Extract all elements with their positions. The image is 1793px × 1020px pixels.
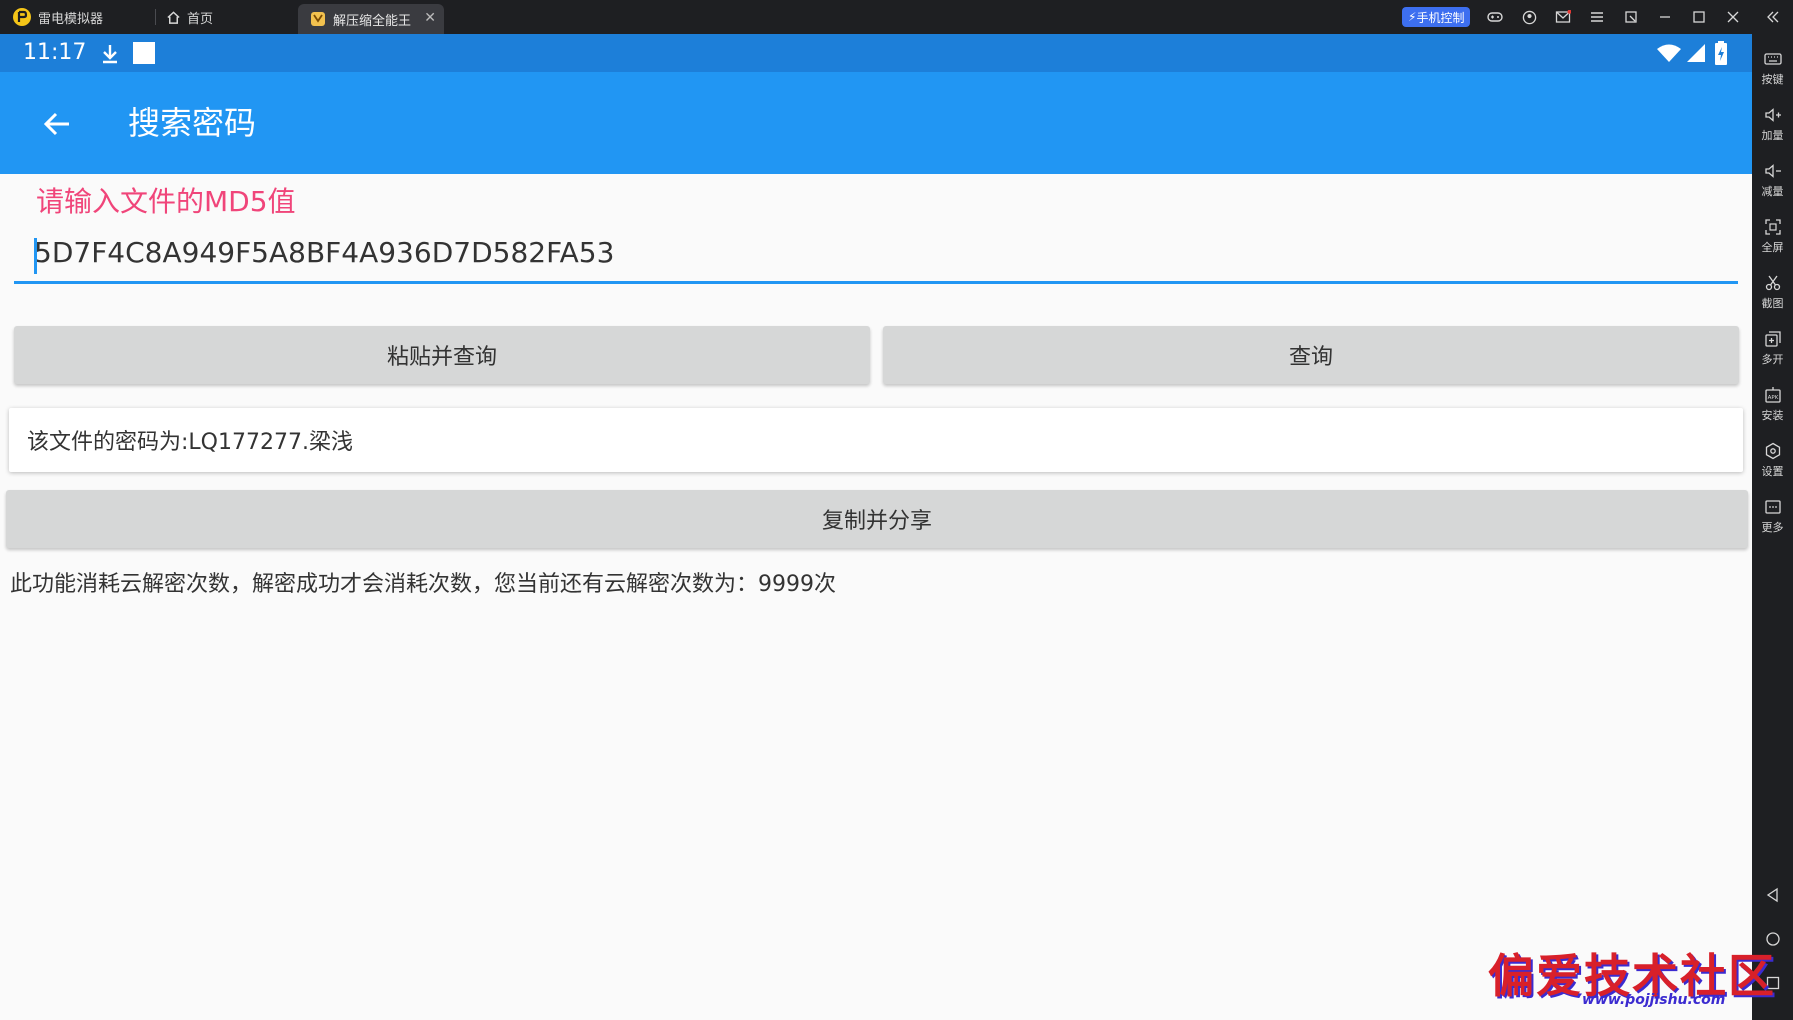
- sidebar-item-label: 安装: [1761, 408, 1784, 422]
- triangle-back-icon: [1766, 887, 1778, 903]
- sidebar-item-more[interactable]: 更多: [1752, 488, 1793, 544]
- sidebar-item-label: 全屏: [1761, 240, 1784, 254]
- md5-input[interactable]: 5D7F4C8A949F5A8BF4A936D7D582FA53: [14, 230, 1738, 284]
- gamepad-icon[interactable]: [1478, 0, 1512, 34]
- account-icon[interactable]: [1512, 0, 1546, 34]
- sidebar-item-install[interactable]: APK 安装: [1752, 376, 1793, 432]
- fullscreen-icon: [1764, 218, 1781, 235]
- cloud-quota-info: 此功能消耗云解密次数，解密成功才会消耗次数，您当前还有云解密次数为：9999次: [10, 572, 836, 597]
- more-icon: [1764, 499, 1781, 514]
- multi-instance-icon: [1764, 330, 1781, 347]
- scissors-icon: [1765, 275, 1780, 290]
- watermark-url: www.pojjishu.com: [1582, 992, 1726, 1008]
- phone-control-label: 手机控制: [1416, 10, 1465, 25]
- phone-control-button[interactable]: ⚡ 手机控制: [1402, 7, 1471, 27]
- svg-text:APK: APK: [1767, 395, 1778, 401]
- page-title: 搜索密码: [128, 104, 257, 142]
- wifi-icon: [1657, 44, 1681, 62]
- volume-down-icon: [1764, 163, 1781, 178]
- lightning-icon: ⚡: [1408, 10, 1417, 24]
- menu-icon[interactable]: [1580, 0, 1614, 34]
- sidebar-item-label: 截图: [1761, 296, 1784, 310]
- text-cursor: [34, 238, 37, 274]
- emulator-sidebar: 按键 加量 减量 全屏 截图 多开 APK 安装 设置 更多: [1752, 34, 1793, 1020]
- password-result-card: 该文件的密码为:LQ177277.梁浅: [9, 408, 1743, 472]
- query-button[interactable]: 查询: [883, 326, 1739, 384]
- md5-input-value: 5D7F4C8A949F5A8BF4A936D7D582FA53: [34, 236, 615, 269]
- close-window-icon[interactable]: [1716, 0, 1750, 34]
- paste-and-query-button[interactable]: 粘贴并查询: [14, 326, 870, 384]
- emulator-titlebar: 雷电模拟器 首页 解压缩全能王 ✕ ⚡ 手机控制: [0, 0, 1793, 34]
- leidian-logo-icon: [13, 8, 31, 26]
- restore-layout-icon[interactable]: [1614, 0, 1648, 34]
- minimize-icon[interactable]: [1648, 0, 1682, 34]
- status-time: 11:17: [23, 40, 87, 65]
- md5-field-hint: 请输入文件的MD5值: [36, 185, 296, 218]
- sidebar-item-settings[interactable]: 设置: [1752, 432, 1793, 488]
- sidebar-item-label: 减量: [1761, 184, 1784, 198]
- keyboard-icon: [1763, 52, 1782, 65]
- tab-home-label: 首页: [187, 11, 214, 27]
- download-icon: [103, 45, 117, 64]
- password-result-text: 该文件的密码为:LQ177277.梁浅: [27, 430, 353, 455]
- sidebar-item-screenshot[interactable]: 截图: [1752, 264, 1793, 320]
- notification-square-icon: [133, 42, 155, 64]
- volume-up-icon: [1764, 107, 1781, 122]
- android-screen: 11:17 搜索密码 请输入文件的MD5值 5D7F4C8A949F5A8BF4…: [0, 34, 1752, 1020]
- battery-charging-icon: [1715, 41, 1727, 65]
- cellular-signal-icon: [1687, 44, 1705, 62]
- tab-active-app[interactable]: 解压缩全能王 ✕: [298, 4, 444, 34]
- android-back-button[interactable]: [1752, 880, 1793, 910]
- sidebar-item-label: 多开: [1761, 352, 1784, 366]
- sidebar-item-label: 更多: [1761, 520, 1784, 534]
- apk-install-icon: APK: [1764, 386, 1781, 403]
- sidebar-item-volume-up[interactable]: 加量: [1752, 96, 1793, 152]
- android-status-bar: 11:17: [0, 34, 1752, 72]
- sidebar-item-fullscreen[interactable]: 全屏: [1752, 208, 1793, 264]
- arrow-back-icon[interactable]: [40, 106, 76, 142]
- sidebar-item-volume-down[interactable]: 减量: [1752, 152, 1793, 208]
- close-tab-icon[interactable]: ✕: [424, 10, 436, 26]
- maximize-icon[interactable]: [1682, 0, 1716, 34]
- tab-home[interactable]: 首页: [166, 0, 213, 34]
- sidebar-item-keys[interactable]: 按键: [1752, 40, 1793, 96]
- tab-active-label: 解压缩全能王: [333, 13, 412, 29]
- mail-icon[interactable]: [1546, 0, 1580, 34]
- sidebar-item-label: 设置: [1761, 464, 1784, 478]
- sidebar-item-label: 加量: [1761, 128, 1784, 142]
- tab-separator: [155, 9, 156, 25]
- app-tab-icon: [311, 12, 325, 26]
- home-icon: [167, 10, 180, 24]
- app-toolbar: 搜索密码: [0, 72, 1752, 174]
- watermark-logo: 偏爱技术社区 www.pojjishu.com: [1488, 940, 1788, 1018]
- copy-and-share-button[interactable]: 复制并分享: [6, 490, 1748, 548]
- collapse-sidebar-icon[interactable]: [1756, 0, 1790, 34]
- emulator-logo: 雷电模拟器: [12, 0, 103, 34]
- gear-icon: [1765, 442, 1780, 459]
- app-name: 雷电模拟器: [38, 11, 104, 27]
- sidebar-item-label: 按键: [1761, 72, 1784, 86]
- sidebar-item-multi-instance[interactable]: 多开: [1752, 320, 1793, 376]
